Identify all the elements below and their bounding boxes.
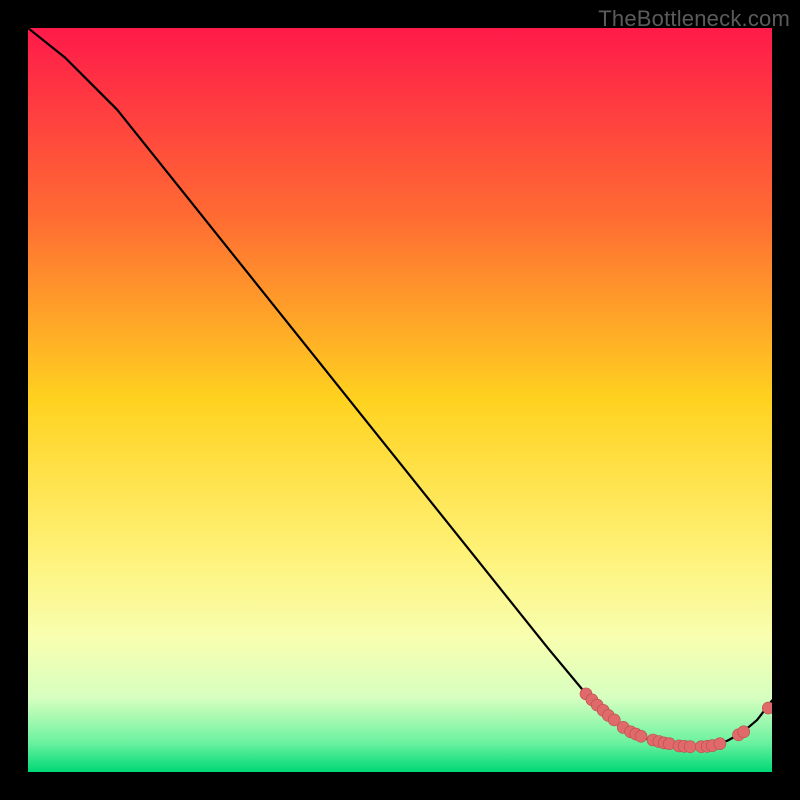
chart-svg — [28, 28, 772, 772]
watermark-text: TheBottleneck.com — [598, 6, 790, 32]
plot-area — [28, 28, 772, 772]
chart-frame: TheBottleneck.com — [0, 0, 800, 800]
